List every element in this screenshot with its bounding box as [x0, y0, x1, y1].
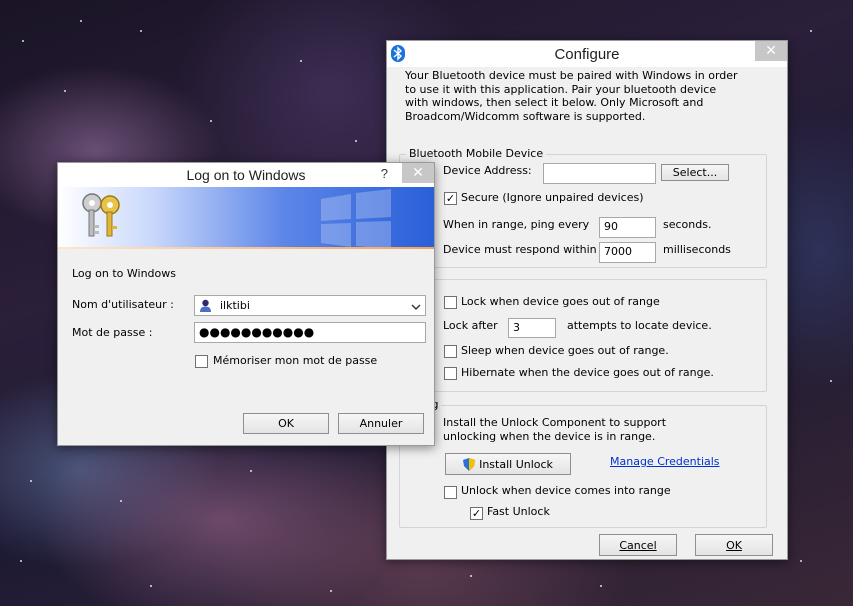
logon-banner — [58, 187, 434, 247]
ping-interval-input[interactable]: 90 — [599, 217, 656, 238]
install-line: unlocking when the device is in range. — [443, 430, 656, 443]
lock-after-unit-label: attempts to locate device. — [567, 319, 712, 332]
lock-out-of-range-label: Lock when device goes out of range — [461, 295, 660, 308]
ok-button[interactable]: OK — [695, 534, 773, 556]
configure-window: Configure ✕ Your Bluetooth device must b… — [386, 40, 788, 560]
password-label: Mot de passe : — [72, 326, 153, 339]
manage-credentials-link[interactable]: Manage Credentials — [610, 455, 720, 468]
select-device-button[interactable]: Select... — [661, 164, 729, 181]
configure-intro: Your Bluetooth device must be paired wit… — [405, 69, 738, 123]
respond-unit-label: milliseconds — [663, 243, 731, 256]
unlock-in-range-checkbox[interactable] — [444, 486, 457, 499]
username-label-text: Nom d'utilisateur : — [72, 298, 174, 311]
unlock-in-range-label: Unlock when device comes into range — [461, 484, 671, 497]
username-combobox[interactable]: ilktibi — [194, 295, 426, 316]
logon-banner-stripe — [58, 247, 434, 249]
fast-unlock-checkbox[interactable]: ✓ — [470, 507, 483, 520]
user-icon — [199, 299, 212, 312]
device-address-input[interactable] — [543, 163, 656, 184]
logon-heading: Log on to Windows — [72, 267, 176, 280]
lock-after-label: Lock after — [443, 319, 498, 332]
bluetooth-icon — [391, 45, 405, 62]
secure-label: Secure (Ignore unpaired devices) — [461, 191, 644, 204]
install-line: Install the Unlock Component to support — [443, 416, 667, 429]
hibernate-checkbox[interactable] — [444, 367, 457, 380]
uac-shield-icon — [463, 457, 476, 471]
install-description: Install the Unlock Component to support … — [443, 416, 666, 444]
respond-label: Device must respond within — [443, 243, 597, 256]
lock-after-input[interactable]: 3 — [508, 318, 556, 338]
respond-timeout-input[interactable]: 7000 — [599, 242, 656, 263]
username-label: Nom d'utilisateur : — [72, 298, 174, 311]
sleep-checkbox[interactable] — [444, 345, 457, 358]
check-mark-icon: ✓ — [471, 507, 482, 520]
chevron-down-icon[interactable] — [411, 301, 421, 310]
check-mark-icon: ✓ — [445, 192, 456, 205]
remember-password-checkbox[interactable] — [195, 355, 208, 368]
intro-line: with windows, then select it below. Only… — [405, 96, 704, 109]
cancel-button[interactable]: Cancel — [599, 534, 677, 556]
logon-close-button[interactable]: ✕ — [402, 163, 434, 183]
logon-window: Log on to Windows ? ✕ Log on to Windows … — [57, 162, 435, 446]
remember-password-label: Mémoriser mon mot de passe — [213, 354, 378, 367]
ping-label: When in range, ping every — [443, 218, 590, 231]
windows-logo-watermark — [316, 189, 396, 247]
fast-unlock-label: Fast Unlock — [487, 505, 550, 518]
logon-titlebar: Log on to Windows ? ✕ — [58, 163, 434, 187]
lock-out-of-range-checkbox[interactable] — [444, 296, 457, 309]
intro-line: Broadcom/Widcomm software is supported. — [405, 109, 646, 123]
logon-ok-button[interactable]: OK — [243, 413, 329, 434]
keys-icon — [78, 191, 130, 241]
intro-line: to use it with this application. Pair yo… — [405, 82, 717, 96]
configure-title: Configure — [554, 45, 620, 63]
password-input[interactable]: ●●●●●●●●●●● — [194, 322, 426, 343]
logon-title: Log on to Windows — [186, 167, 306, 183]
bluetooth-group-legend: Bluetooth Mobile Device — [406, 147, 547, 160]
install-unlock-label: Install Unlock — [479, 457, 553, 471]
configure-titlebar: Configure ✕ — [387, 41, 787, 67]
hibernate-label: Hibernate when the device goes out of ra… — [461, 366, 714, 379]
configure-close-button[interactable]: ✕ — [755, 41, 787, 61]
intro-line: Your Bluetooth device must be paired wit… — [405, 69, 738, 82]
sleep-label: Sleep when device goes out of range. — [461, 344, 669, 357]
ping-unit-label: seconds. — [663, 218, 712, 231]
install-unlock-button[interactable]: Install Unlock — [445, 453, 571, 475]
logon-cancel-button[interactable]: Annuler — [338, 413, 424, 434]
help-button[interactable]: ? — [381, 166, 388, 181]
device-address-label: Device Address: — [443, 164, 532, 177]
username-value: ilktibi — [220, 299, 250, 312]
secure-checkbox[interactable]: ✓ — [444, 192, 457, 205]
